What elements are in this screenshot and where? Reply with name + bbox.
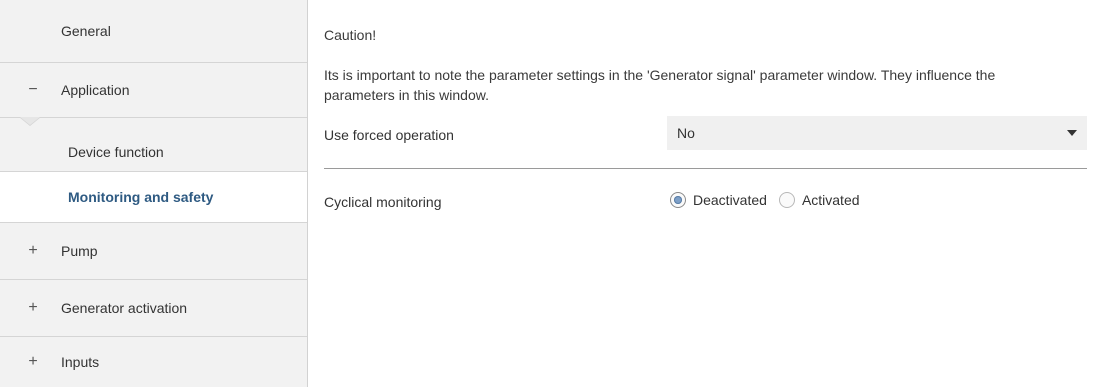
sidebar-item-label: Application: [61, 82, 130, 98]
parameter-panel: Caution! Its is important to note the pa…: [309, 0, 1111, 387]
expand-icon[interactable]: +: [26, 242, 40, 260]
tree-notch-fill: [20, 117, 40, 125]
forced-operation-label: Use forced operation: [324, 127, 454, 143]
radio-unchecked-icon[interactable]: [778, 192, 795, 208]
radio-label: Activated: [801, 192, 860, 208]
sidebar-item-inputs[interactable]: + Inputs: [0, 337, 307, 387]
sidebar-item-general[interactable]: General: [0, 0, 307, 63]
dropdown-value: No: [677, 125, 695, 141]
sidebar-item-label: Pump: [61, 243, 98, 259]
parameter-window: General − Application Device function Mo…: [0, 0, 1111, 387]
sidebar-item-label: Monitoring and safety: [68, 189, 214, 205]
sidebar-item-label: Device function: [68, 144, 164, 160]
section-divider: [324, 168, 1087, 169]
sidebar-item-pump[interactable]: + Pump: [0, 223, 307, 280]
sidebar-nav: General − Application Device function Mo…: [0, 0, 308, 387]
radio-deactivated[interactable]: Deactivated: [670, 192, 767, 208]
caution-text: Its is important to note the parameter s…: [324, 67, 996, 103]
sidebar-item-label: General: [61, 23, 111, 39]
sidebar-item-label: Inputs: [61, 354, 100, 370]
radio-activated[interactable]: Activated: [778, 192, 860, 208]
forced-operation-dropdown[interactable]: No: [667, 116, 1087, 150]
sidebar-item-monitoring-and-safety[interactable]: Monitoring and safety: [0, 171, 307, 223]
sidebar-item-generator-activation[interactable]: + Generator activation: [0, 280, 307, 337]
chevron-down-icon[interactable]: [1067, 130, 1077, 136]
cyclical-monitoring-label: Cyclical monitoring: [324, 194, 442, 210]
radio-label: Deactivated: [693, 192, 767, 208]
radio-checked-icon[interactable]: [670, 192, 686, 208]
expand-icon[interactable]: +: [26, 299, 40, 317]
collapse-icon[interactable]: −: [26, 81, 40, 99]
caution-title: Caution!: [324, 27, 377, 43]
expand-icon[interactable]: +: [26, 353, 40, 371]
sidebar-item-label: Generator activation: [61, 300, 188, 316]
cyclical-monitoring-radio-group: Deactivated Activated: [670, 192, 872, 208]
sidebar-item-application[interactable]: − Application: [0, 63, 307, 118]
